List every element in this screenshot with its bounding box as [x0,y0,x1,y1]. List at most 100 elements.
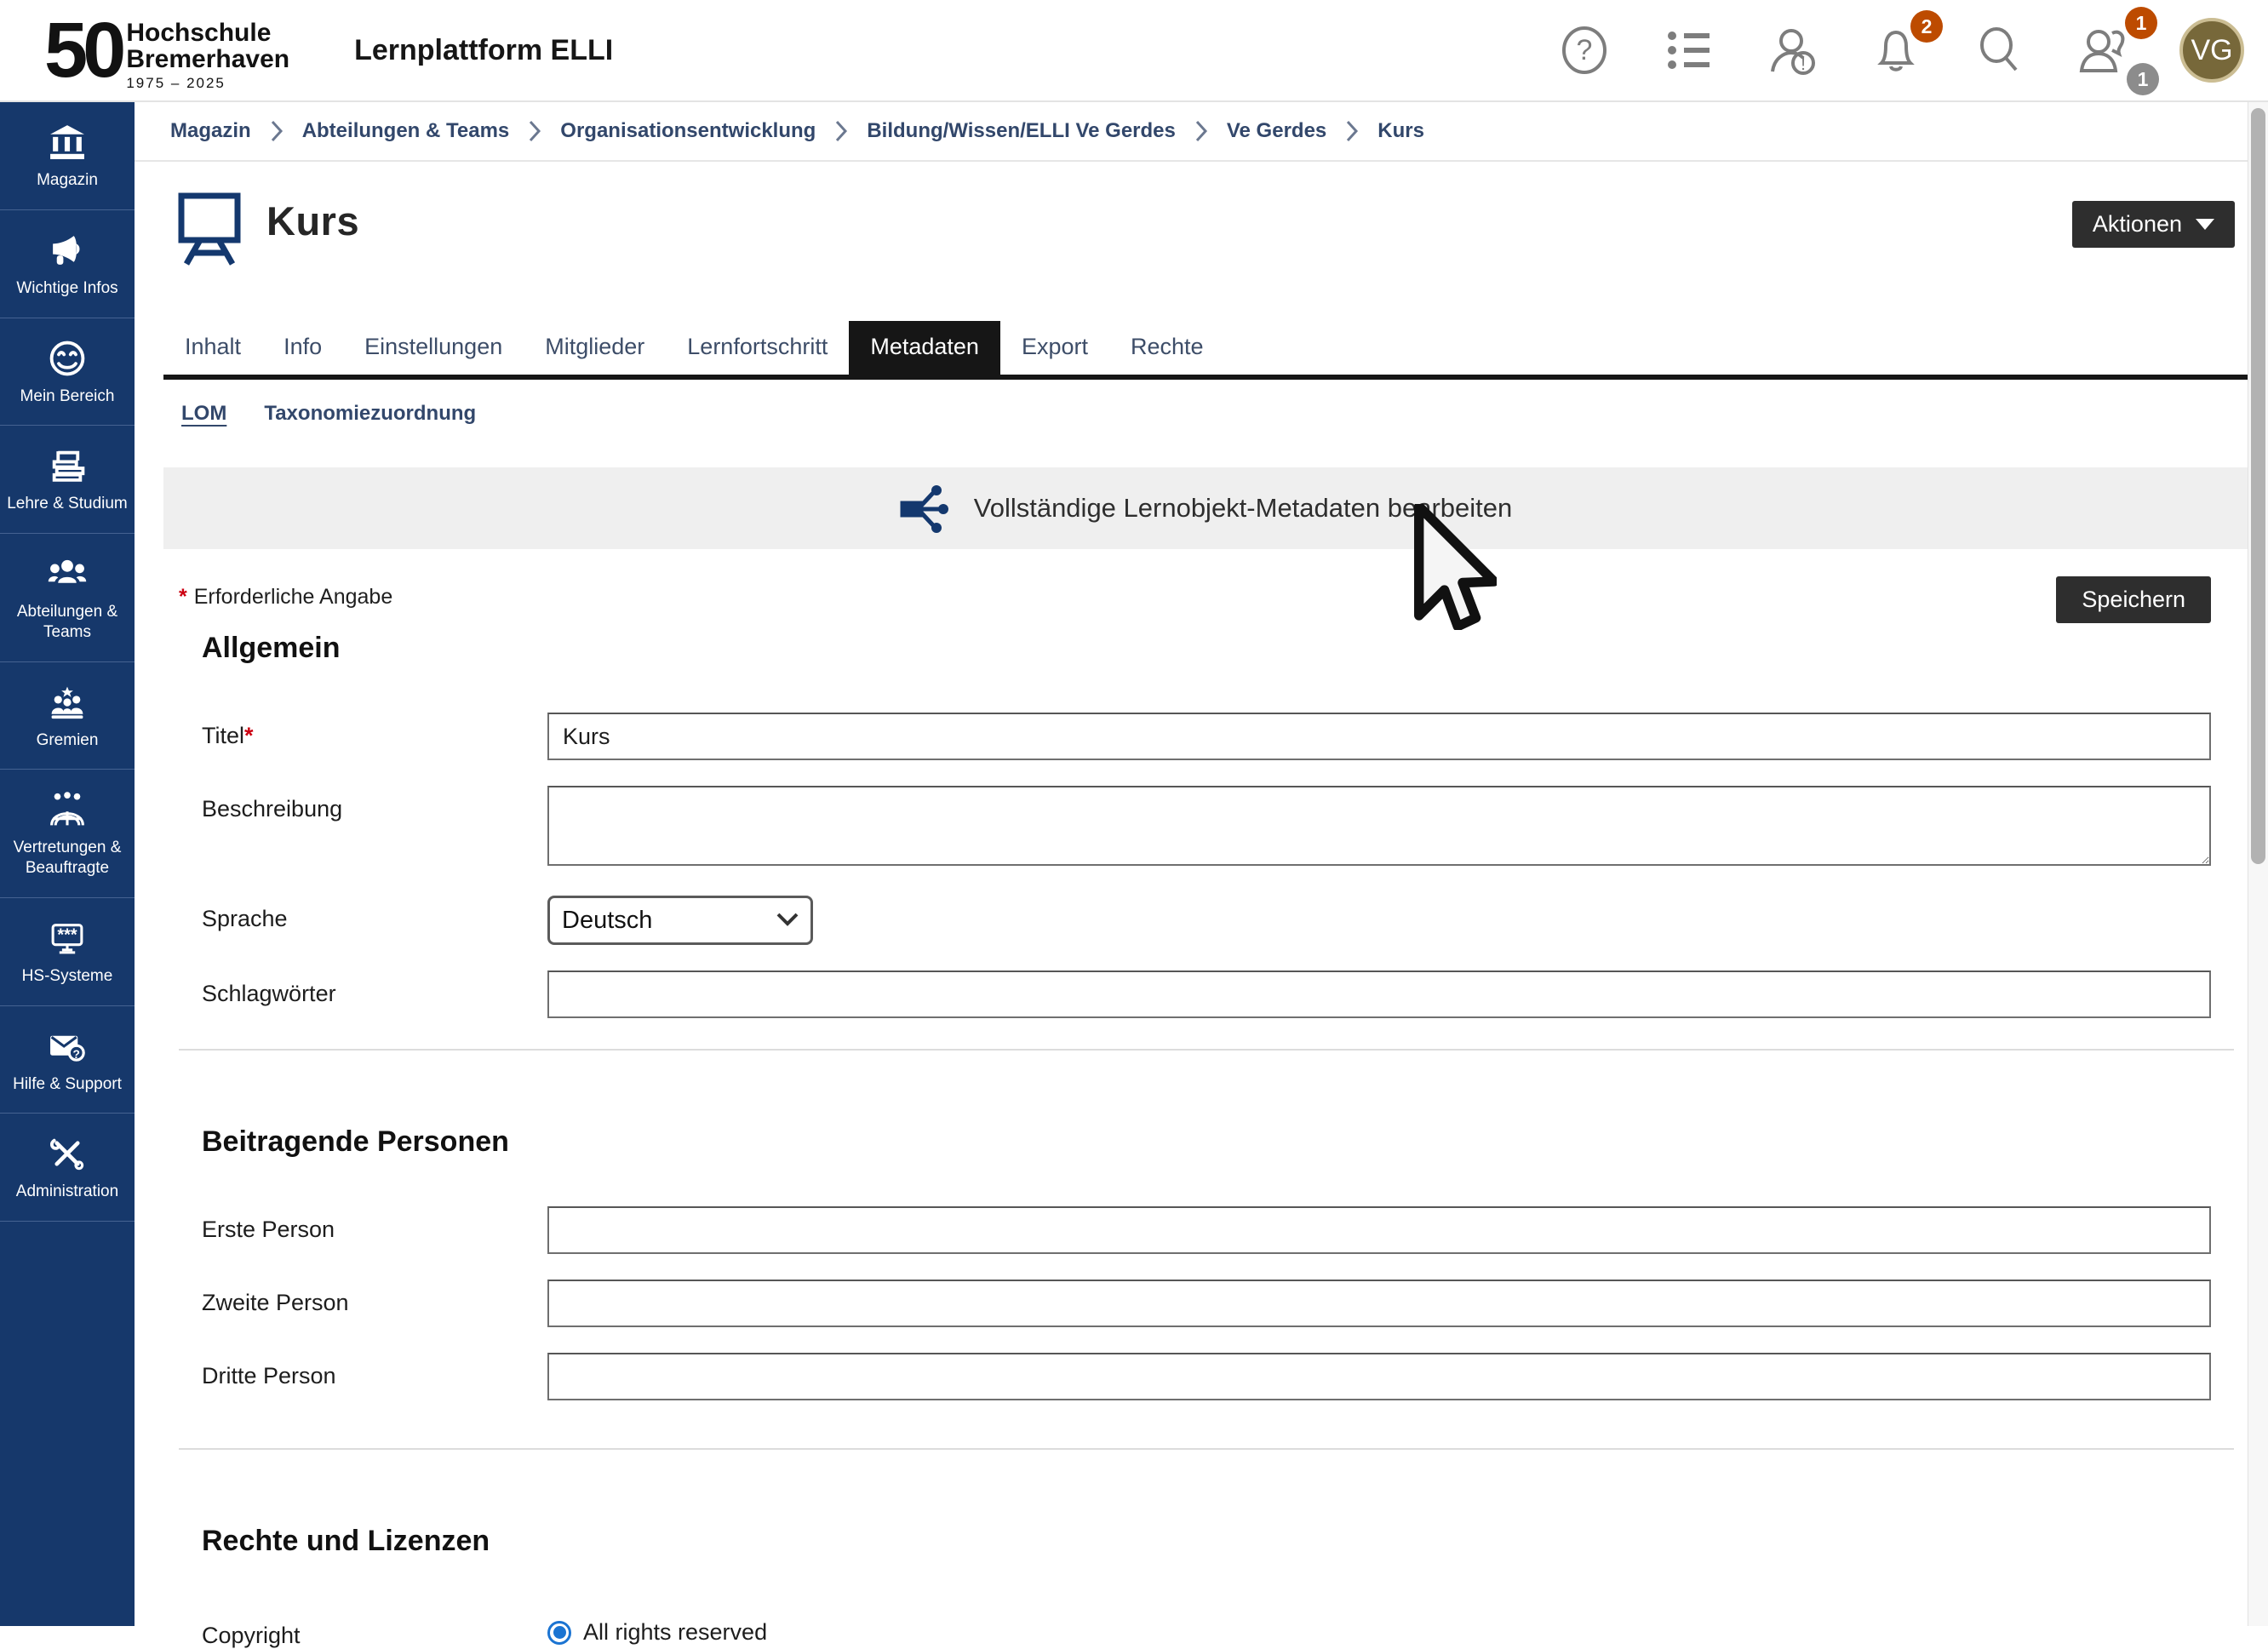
chevron-right-icon [1345,120,1359,142]
mail-question-icon: ? [48,1027,87,1066]
breadcrumb-kurs[interactable]: Kurs [1377,119,1424,143]
header-icon-bar: ? ! 2 [1556,18,2244,83]
logo-50-mark: 50 [44,15,121,86]
search-icon[interactable] [1972,22,2028,78]
form-action-row: *Erforderliche Angabe Speichern [163,576,2248,623]
sidebar-item-administration[interactable]: Administration [0,1114,135,1222]
chevron-right-icon [834,120,848,142]
sprache-label: Sprache [202,896,547,932]
main-panel: Kurs Aktionen Inhalt Info Einstellungen … [135,191,2248,1649]
form-row-copyright: Copyright All rights reserved [163,1612,2248,1649]
scrollbar-thumb[interactable] [2251,108,2265,864]
erste-person-input[interactable] [547,1206,2211,1254]
schlagwoerter-label: Schlagwörter [202,971,547,1007]
copyright-radio[interactable] [547,1621,571,1645]
megaphone-icon [48,231,87,270]
schlagwoerter-input[interactable] [547,971,2211,1018]
hochschule-bremerhaven-logo[interactable]: 50 Hochschule Bremerhaven 1975 – 2025 [44,9,289,92]
svg-text:***: *** [57,925,77,944]
logo-line2: Bremerhaven [126,47,289,73]
bank-icon [48,123,87,162]
course-board-icon [175,191,244,272]
titel-label: Titel* [202,713,547,749]
notifications-badge: 2 [1910,10,1943,43]
logo-years: 1975 – 2025 [126,75,289,92]
content-area: Magazin Abteilungen & Teams Organisation… [135,102,2248,1626]
copyright-option-label: All rights reserved [583,1619,767,1646]
contacts-new-badge: 1 [2125,7,2157,39]
top-header: 50 Hochschule Bremerhaven 1975 – 2025 Le… [0,0,2268,102]
breadcrumb-organisationsentwicklung[interactable]: Organisationsentwicklung [560,119,816,143]
sidebar-item-vertretungen[interactable]: Vertretungen & Beauftragte [0,770,135,898]
banner-label: Vollständige Lernobjekt-Metadaten bearbe… [974,493,1513,524]
tab-bar: Inhalt Info Einstellungen Mitglieder Ler… [163,321,2248,380]
titel-input[interactable] [547,713,2211,760]
tab-export[interactable]: Export [1000,321,1109,375]
help-icon[interactable]: ? [1556,22,1612,78]
form-row-dritte-person: Dritte Person [163,1353,2248,1400]
user-avatar[interactable]: VG [2179,18,2244,83]
sidebar-item-wichtige-infos[interactable]: Wichtige Infos [0,210,135,318]
page-title: Kurs [266,198,359,244]
chevron-right-icon [528,120,541,142]
copyright-label: Copyright [202,1612,547,1649]
page-scrollbar[interactable] [2248,102,2268,1626]
sidebar-item-hilfe-support[interactable]: ? Hilfe & Support [0,1006,135,1114]
breadcrumb-magazin[interactable]: Magazin [170,119,251,143]
speichern-button[interactable]: Speichern [2056,576,2211,623]
beschreibung-textarea[interactable] [547,786,2211,866]
node-share-icon [899,483,952,534]
edit-full-metadata-banner[interactable]: Vollständige Lernobjekt-Metadaten bearbe… [163,467,2248,549]
form-row-erste-person: Erste Person [163,1206,2248,1254]
required-note: *Erforderliche Angabe [179,585,392,610]
breadcrumb-bildung-wissen[interactable]: Bildung/Wissen/ELLI Ve Gerdes [867,119,1176,143]
sidebar-item-hs-systeme[interactable]: *** HS-Systeme [0,898,135,1006]
tools-icon [48,1134,87,1173]
subtab-bar: LOM Taxonomiezuordnung [181,402,2248,428]
form-row-titel: Titel* [163,713,2248,760]
awareness-user-icon[interactable]: ! [1764,22,1820,78]
notifications-bell-icon[interactable]: 2 [1868,22,1924,78]
tab-info[interactable]: Info [262,321,343,375]
chevron-right-icon [270,120,284,142]
required-asterisk: * [244,723,254,748]
contacts-total-badge: 1 [2127,63,2159,95]
sidebar-item-abteilungen-teams[interactable]: Abteilungen & Teams [0,534,135,662]
sidebar-item-lehre-studium[interactable]: Lehre & Studium [0,426,135,534]
dritte-person-input[interactable] [547,1353,2211,1400]
subtab-taxonomiezuordnung[interactable]: Taxonomiezuordnung [264,402,476,428]
tab-mitglieder[interactable]: Mitglieder [524,321,666,375]
breadcrumb-abteilungen[interactable]: Abteilungen & Teams [302,119,510,143]
aktionen-button[interactable]: Aktionen [2072,201,2235,248]
breadcrumb-ve-gerdes[interactable]: Ve Gerdes [1227,119,1326,143]
page-title-row: Kurs Aktionen [163,191,2248,272]
section-rechte-title: Rechte und Lizenzen [202,1525,2248,1558]
form-row-zweite-person: Zweite Person [163,1280,2248,1327]
caret-down-icon [2196,219,2214,230]
logo-line1: Hochschule [126,20,289,47]
tab-rechte[interactable]: Rechte [1109,321,1225,375]
beschreibung-label: Beschreibung [202,786,547,822]
subtab-lom[interactable]: LOM [181,402,226,428]
section-allgemein-title: Allgemein [202,632,2248,665]
smiley-icon [48,339,87,378]
required-asterisk: * [179,585,187,609]
svg-text:?: ? [73,1047,80,1060]
monitor-icon: *** [48,919,87,958]
zweite-person-input[interactable] [547,1280,2211,1327]
sidebar-item-magazin[interactable]: Magazin [0,102,135,210]
tab-lernfortschritt[interactable]: Lernfortschritt [666,321,849,375]
main-sidebar: Magazin Wichtige Infos Mein Bereich Lehr… [0,102,135,1626]
sprache-select[interactable]: Deutsch [547,896,813,945]
todo-list-icon[interactable] [1660,22,1716,78]
section-beitragende-title: Beitragende Personen [202,1125,2248,1159]
sidebar-item-mein-bereich[interactable]: Mein Bereich [0,318,135,427]
tab-einstellungen[interactable]: Einstellungen [343,321,524,375]
form-row-beschreibung: Beschreibung [163,786,2248,870]
sidebar-item-gremien[interactable]: Gremien [0,662,135,770]
tab-metadaten[interactable]: Metadaten [849,321,1000,375]
dritte-person-label: Dritte Person [202,1353,547,1389]
tab-inhalt[interactable]: Inhalt [163,321,262,375]
committee-icon [48,683,87,722]
contacts-icon[interactable]: 1 1 [2076,22,2132,78]
